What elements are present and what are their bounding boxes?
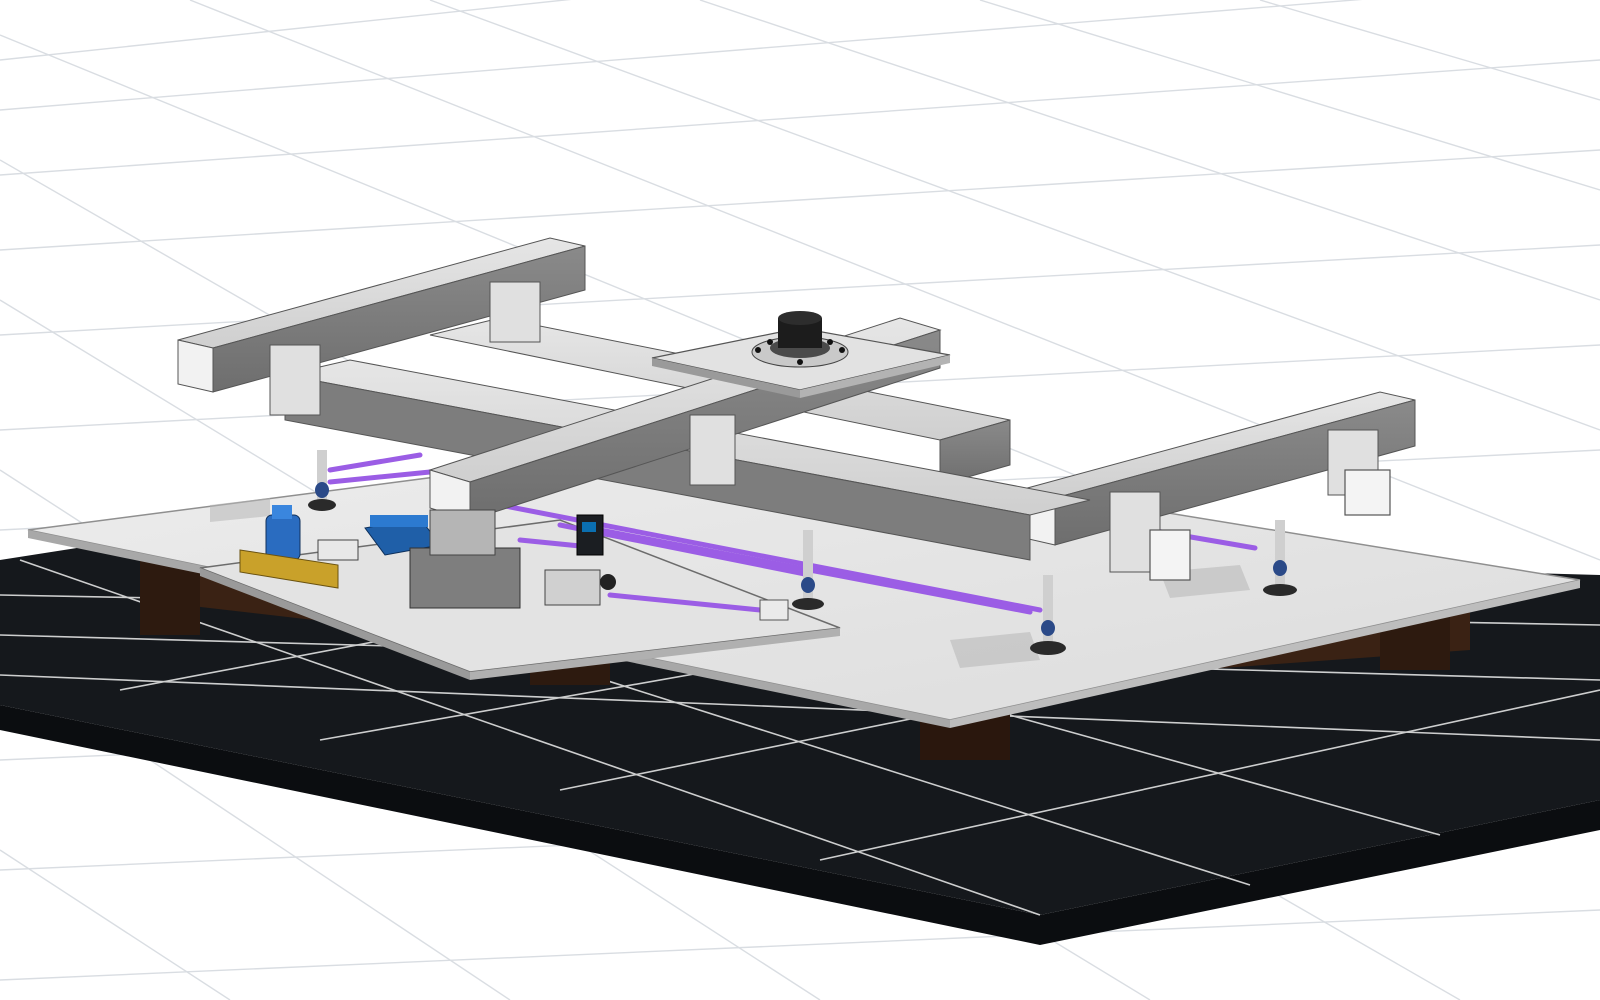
- pressure-switch[interactable]: [576, 514, 604, 556]
- 3d-scene[interactable]: [0, 0, 1600, 1000]
- filter-unit[interactable]: [317, 539, 359, 561]
- cad-3d-viewport[interactable]: [0, 0, 1600, 1000]
- hose-fitting: [759, 599, 789, 621]
